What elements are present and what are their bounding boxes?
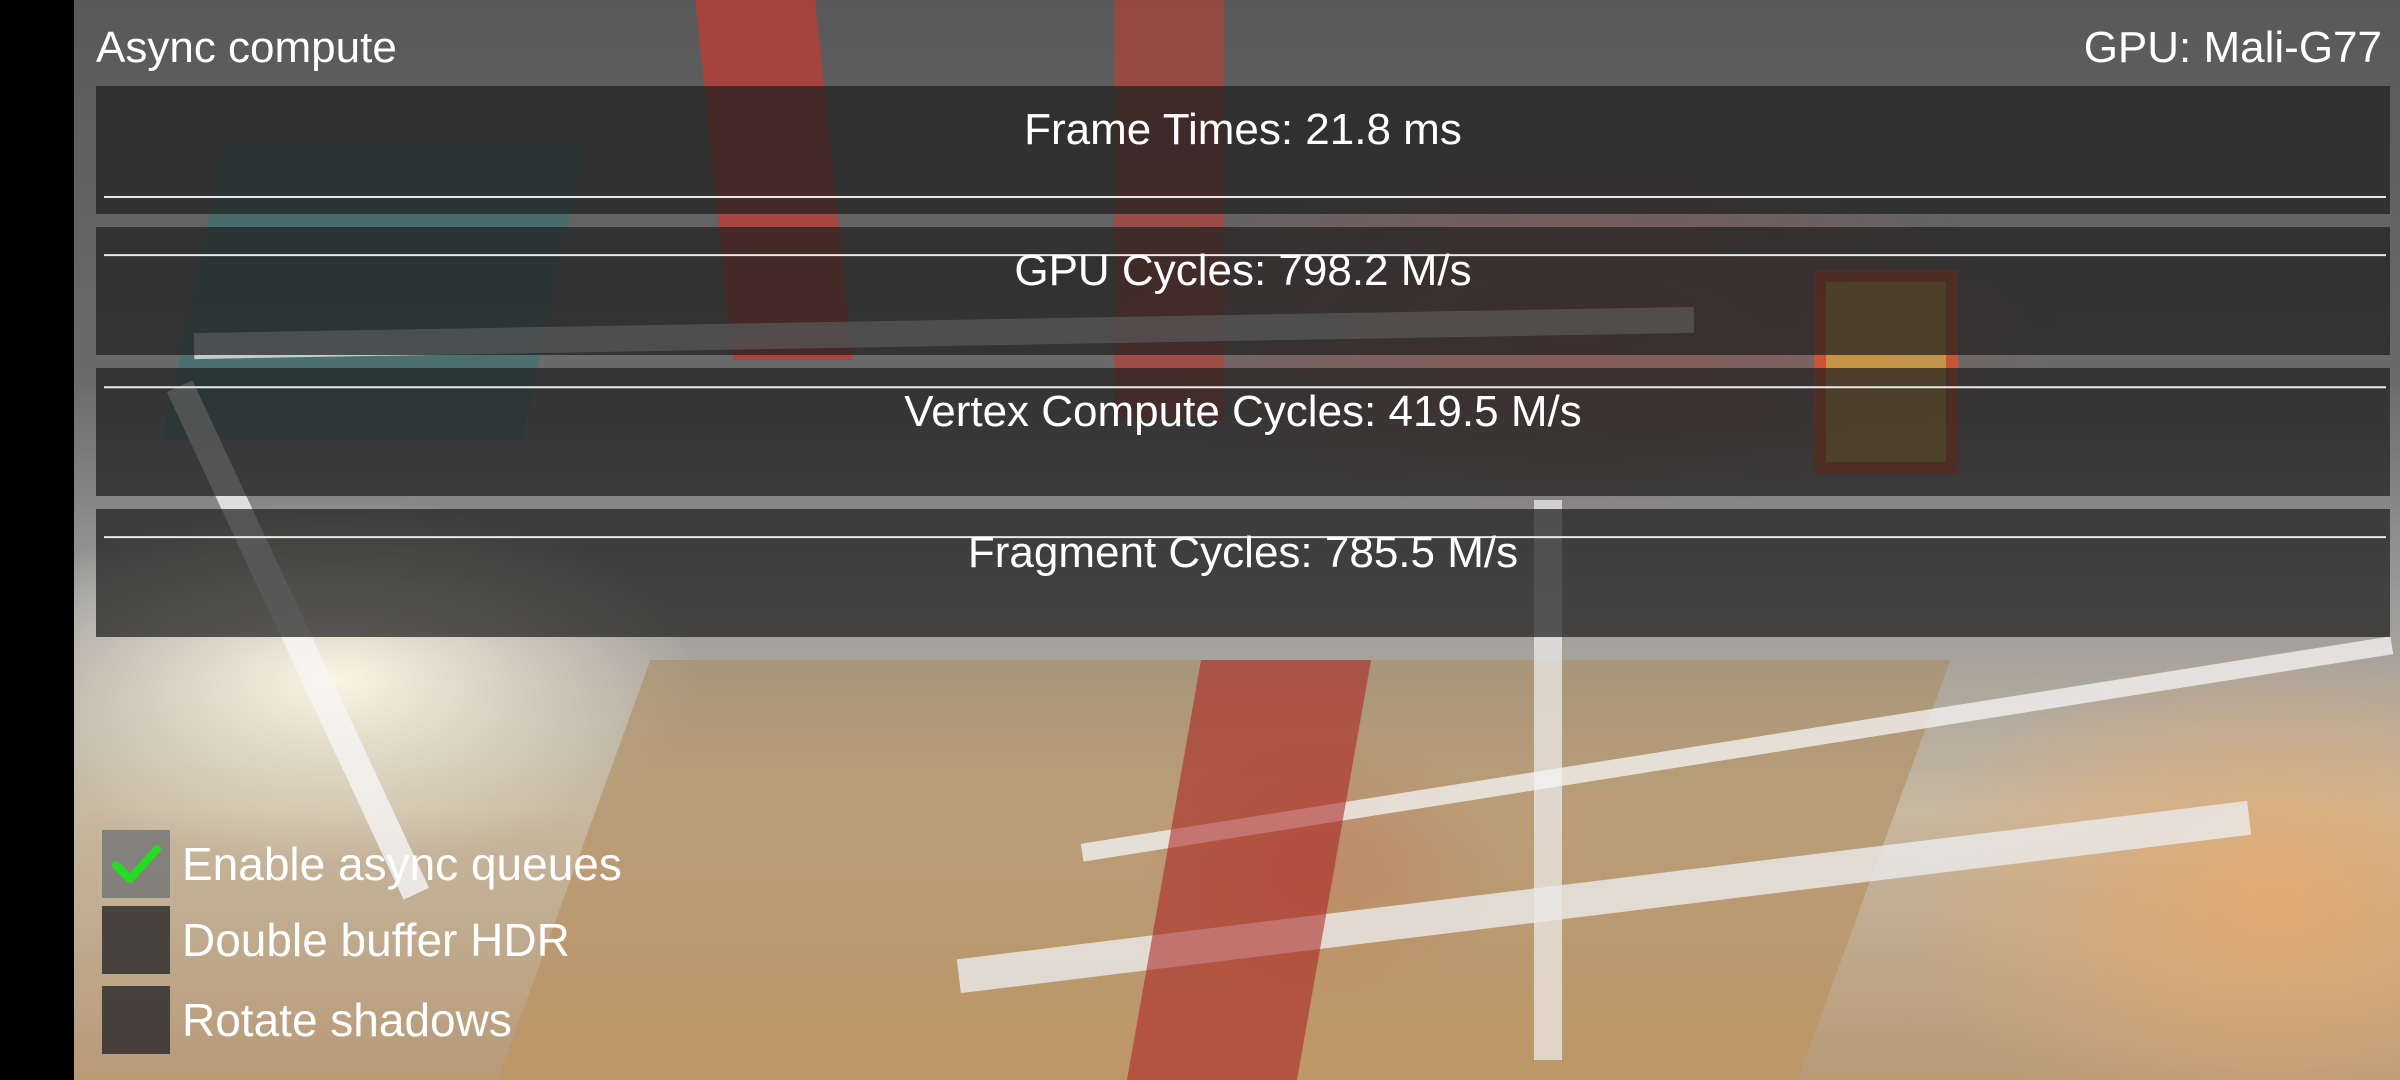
- option-rotate-shadows[interactable]: Rotate shadows: [102, 984, 512, 1056]
- checkbox-enable-async-queues[interactable]: [102, 830, 170, 898]
- checkbox-rotate-shadows[interactable]: [102, 986, 170, 1054]
- graph-vertex-compute-cycles-label: Vertex Compute Cycles: 419.5 M/s: [904, 387, 1582, 436]
- graph-gpu-cycles-label: GPU Cycles: 798.2 M/s: [1014, 246, 1472, 295]
- option-double-buffer-hdr[interactable]: Double buffer HDR: [102, 904, 570, 976]
- checkmark-icon: [112, 845, 161, 883]
- graph-gpu-cycles: GPU Cycles: 798.2 M/s: [96, 227, 2390, 355]
- option-label-double-buffer-hdr: Double buffer HDR: [182, 914, 570, 966]
- graph-fragment-cycles: Fragment Cycles: 785.5 M/s: [96, 509, 2390, 637]
- graph-fragment-cycles-label: Fragment Cycles: 785.5 M/s: [967, 528, 1519, 577]
- graph-vertex-compute-cycles: Vertex Compute Cycles: 419.5 M/s: [96, 368, 2390, 496]
- option-label-enable-async-queues: Enable async queues: [182, 838, 622, 890]
- graph-frame-times: Frame Times: 21.8 ms: [96, 86, 2390, 214]
- gpu-name: GPU: Mali-G77: [2083, 23, 2382, 72]
- option-enable-async-queues[interactable]: Enable async queues: [102, 828, 622, 900]
- graph-frame-times-label: Frame Times: 21.8 ms: [1024, 105, 1462, 154]
- checkbox-double-buffer-hdr[interactable]: [102, 906, 170, 974]
- option-label-rotate-shadows: Rotate shadows: [182, 994, 512, 1046]
- sample-title: Async compute: [96, 23, 397, 72]
- left-black-bar: [0, 0, 74, 1080]
